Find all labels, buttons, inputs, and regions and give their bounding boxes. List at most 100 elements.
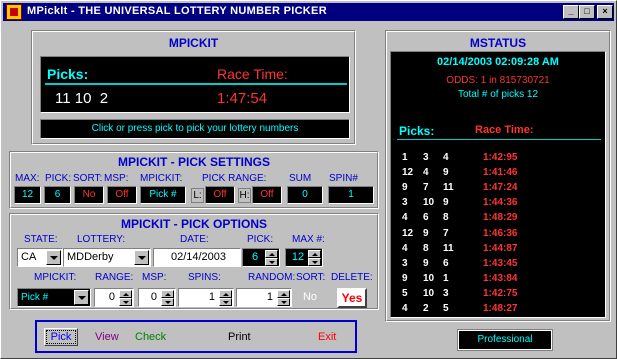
- status-pick-row: 12 4 9 1:41:46: [391, 167, 601, 182]
- settings-high-label: H:: [238, 188, 251, 203]
- range-down-icon[interactable]: [119, 298, 132, 306]
- settings-spin-value: 1: [328, 186, 374, 204]
- status-pick-number: 5: [443, 303, 449, 314]
- state-label: STATE:: [24, 234, 58, 245]
- pick-options-panel: MPICKIT - PICK OPTIONS STATE: LOTTERY: D…: [9, 213, 379, 310]
- status-pick-number: 4: [402, 303, 408, 314]
- status-pick-race-time: 1:44:36: [483, 197, 518, 209]
- settings-mpickit-label: MPICKIT:: [140, 173, 183, 184]
- pick-options-title: MPICKIT - PICK OPTIONS: [120, 217, 267, 231]
- settings-spin-label: SPIN#: [329, 173, 358, 184]
- mpickit-title: MPICKIT: [168, 36, 219, 50]
- state-dropdown-icon[interactable]: [46, 250, 61, 265]
- check-button[interactable]: Check: [135, 331, 166, 343]
- pick-stepper[interactable]: 6: [242, 248, 280, 267]
- status-pick-race-time: 1:48:29: [483, 212, 518, 224]
- print-button[interactable]: Print: [228, 331, 251, 343]
- msp-stepper[interactable]: 0: [138, 288, 176, 307]
- range-stepper[interactable]: 0: [94, 288, 134, 307]
- random-down-icon[interactable]: [277, 298, 290, 306]
- status-pick-number: 4: [443, 152, 449, 163]
- status-pick-number: 4: [423, 167, 429, 179]
- sort-toggle[interactable]: No: [297, 289, 323, 307]
- max-stepper[interactable]: 12: [285, 248, 323, 267]
- spins-down-icon[interactable]: [219, 298, 232, 306]
- settings-pick-value: 6: [44, 186, 71, 204]
- max-up-icon[interactable]: [308, 250, 321, 258]
- status-pick-row: 5 10 3 1:42:75: [391, 288, 601, 303]
- close-button[interactable]: ×: [597, 5, 613, 19]
- status-divider: [397, 139, 601, 140]
- lottery-dropdown-icon[interactable]: [134, 250, 149, 265]
- status-pick-row: 4 6 8 1:48:29: [391, 212, 601, 227]
- main-window: MPickIt - THE UNIVERSAL LOTTERY NUMBER P…: [0, 0, 617, 359]
- status-pick-race-time: 1:41:46: [483, 167, 518, 179]
- race-time-label: Race Time:: [217, 66, 288, 82]
- status-pick-row: 1 3 4 1:42:95: [391, 152, 601, 167]
- status-pick-row: 3 9 6 1:43:45: [391, 258, 601, 273]
- status-pick-number: 8: [443, 212, 449, 224]
- settings-high-value: Off: [252, 186, 282, 204]
- settings-low-label: L:: [191, 188, 204, 203]
- max-down-icon[interactable]: [308, 258, 321, 266]
- status-pick-number: 9: [423, 227, 429, 239]
- range-up-icon[interactable]: [119, 290, 132, 298]
- view-button[interactable]: View: [95, 331, 119, 343]
- lottery-select[interactable]: MDDerby: [63, 248, 151, 267]
- hint-bar[interactable]: Click or press pick to pick your lottery…: [40, 119, 350, 139]
- status-race-time-label: Race Time:: [475, 124, 534, 136]
- status-pick-row: 4 2 5 1:48:27: [391, 303, 601, 318]
- status-pick-number: 9: [402, 272, 408, 284]
- exit-button[interactable]: Exit: [318, 331, 336, 343]
- status-pick-number: 10: [423, 272, 435, 284]
- status-pick-row: 9 7 11 1:47:24: [391, 182, 601, 197]
- title-bar[interactable]: MPickIt - THE UNIVERSAL LOTTERY NUMBER P…: [3, 3, 614, 21]
- minimize-button[interactable]: _: [563, 5, 579, 19]
- pick-settings-panel: MPICKIT - PICK SETTINGS MAX: PICK: SORT:…: [9, 151, 379, 209]
- status-pick-number: 1: [443, 272, 449, 284]
- display-divider: [45, 83, 347, 85]
- status-pick-number: 12: [402, 167, 414, 179]
- settings-msp-value: Off: [107, 186, 137, 204]
- msp-value: 0: [150, 291, 157, 303]
- range-label: RANGE:: [95, 272, 134, 283]
- pick-up-icon[interactable]: [265, 250, 278, 258]
- settings-sum-value: 0: [287, 186, 323, 204]
- race-time-value: 1:47:54: [217, 90, 268, 107]
- delete-toggle[interactable]: Yes: [337, 288, 367, 308]
- mpickit-dropdown-icon[interactable]: [74, 290, 89, 305]
- maximize-button[interactable]: □: [579, 5, 595, 19]
- date-field[interactable]: 02/14/2003: [153, 248, 241, 267]
- random-up-icon[interactable]: [277, 290, 290, 298]
- settings-pick-label: PICK:: [45, 173, 72, 184]
- spins-up-icon[interactable]: [219, 290, 232, 298]
- status-total: Total # of picks 12: [457, 89, 539, 100]
- bottom-nav: Pick View Check Print Exit: [35, 320, 357, 353]
- settings-max-label: MAX:: [15, 173, 40, 184]
- picks-value: 11 10 2: [55, 90, 109, 107]
- status-pick-number: 9: [443, 167, 449, 179]
- mpickit-select[interactable]: Pick #: [17, 288, 91, 307]
- app-icon[interactable]: [6, 4, 22, 20]
- status-pick-number: 5: [402, 287, 408, 299]
- status-pick-race-time: 1:42:75: [483, 287, 518, 299]
- status-pick-number: 2: [423, 303, 429, 314]
- settings-sum-label: SUM: [289, 173, 312, 184]
- settings-sort-label: SORT:: [73, 173, 103, 184]
- range-value: 0: [108, 291, 115, 303]
- status-pick-number: 11: [443, 242, 454, 254]
- random-stepper[interactable]: 1: [236, 288, 292, 307]
- msp-down-icon[interactable]: [161, 298, 174, 306]
- edition-badge: Professional: [457, 329, 553, 351]
- msp-up-icon[interactable]: [161, 290, 174, 298]
- max-stepper-value: 12: [291, 251, 305, 263]
- pick-down-icon[interactable]: [265, 258, 278, 266]
- status-pick-race-time: 1:46:36: [483, 227, 518, 239]
- status-pick-number: 12: [402, 227, 414, 239]
- mpickit-select-value: Pick #: [21, 292, 49, 303]
- state-select[interactable]: CA: [17, 248, 63, 267]
- status-pick-number: 9: [423, 257, 429, 269]
- pick-button[interactable]: Pick: [44, 328, 78, 346]
- settings-sort-value: No: [74, 186, 104, 204]
- spins-stepper[interactable]: 1: [178, 288, 234, 307]
